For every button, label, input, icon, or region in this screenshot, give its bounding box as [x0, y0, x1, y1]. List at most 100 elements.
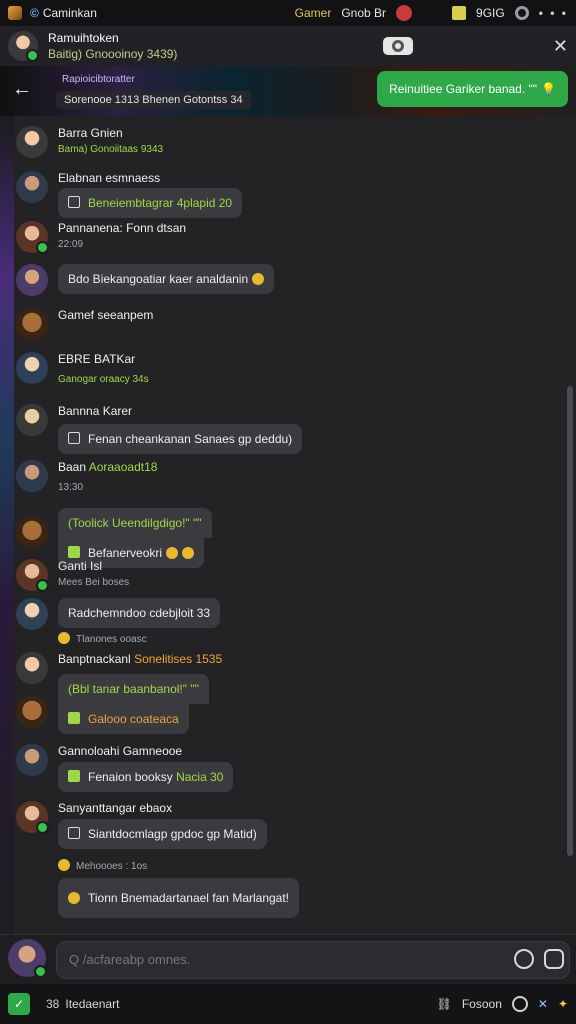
- chat-header: Ramuihtoken Baitig) Gnoooinoy 3439) ✕: [0, 26, 576, 66]
- banner-label: Rapioicibtoratter: [62, 74, 135, 85]
- message-text: Fenaion booksy: [88, 770, 173, 784]
- avatar[interactable]: [16, 221, 49, 254]
- message-meta: Mees Bei boses: [58, 577, 130, 588]
- message-type-icon: [68, 432, 80, 444]
- avatar[interactable]: [16, 652, 48, 684]
- message-type-icon: [68, 196, 80, 208]
- emoji-icon: [68, 892, 80, 904]
- message-bubble[interactable]: Radchemndoo cdebjloit 33: [58, 598, 221, 628]
- bottom-bar: ✓ 38 Itedaenart ⛓ Fosoon ✕ ✦: [0, 984, 576, 1024]
- attach-icon[interactable]: [544, 949, 564, 969]
- sender-name: Banptnackanl Sonelitises 1535: [58, 652, 222, 666]
- system-bar: © Caminkan Gamer Gnob Br 9GIG • • •: [0, 0, 576, 26]
- emoji-icon: [58, 859, 70, 871]
- message-text: Tionn Bnemadartanael fan Marlangat!: [88, 891, 290, 905]
- message-text: Befanerveokri: [88, 546, 163, 560]
- sender-label: Banptnackanl: [58, 652, 131, 666]
- message-list[interactable]: Barra Gnien Bama) Gonoiitaas 9343 Elabna…: [0, 116, 576, 934]
- emoji-icon: [252, 273, 265, 285]
- composer: [0, 934, 576, 984]
- app-title: Caminkan: [42, 6, 97, 20]
- sender-name: EBRE BATKar: [58, 352, 136, 366]
- message-text: Siantdocmlagp gpdoc gp Matid): [88, 827, 257, 841]
- avatar[interactable]: [16, 516, 48, 548]
- message-meta: Tlanones ooasc: [58, 632, 147, 645]
- message-bubble[interactable]: Siantdocmlagp gpdoc gp Matid): [58, 819, 267, 849]
- back-arrow-icon[interactable]: ←: [12, 78, 32, 101]
- banner-pill[interactable]: Sorenooe 1313 Bhenen Gotontss 34: [56, 91, 251, 109]
- channel-icon: ©: [30, 6, 39, 20]
- sender-name: Baan Aoraaoadt18: [58, 460, 157, 474]
- member-count: 38: [46, 997, 60, 1011]
- message-bubble[interactable]: Bdo Biekangoatiar kaer analdanin: [58, 264, 275, 294]
- avatar[interactable]: [16, 744, 48, 776]
- cta-button[interactable]: Reinuitiee Gariker banad. "" 💡: [377, 71, 568, 107]
- settings-ring-icon[interactable]: [511, 996, 528, 1012]
- message-bubble[interactable]: Fenaion booksy Nacia 30: [58, 762, 234, 792]
- message-meta: Ganogar oraacy 34s: [58, 374, 149, 385]
- emoji-icon: [58, 632, 70, 644]
- score-label: 9GIG: [476, 6, 505, 20]
- message-bubble[interactable]: Beneiembtagrar 4plapid 20: [58, 188, 243, 218]
- avatar[interactable]: [16, 460, 48, 492]
- gear-icon[interactable]: [514, 6, 529, 20]
- message-type-icon: [68, 712, 80, 724]
- message-time: 22:09: [58, 239, 84, 250]
- game-tab[interactable]: Gamer: [295, 6, 332, 20]
- user-avatar-icon[interactable]: [396, 5, 413, 21]
- chat-tab[interactable]: Gnob Br: [341, 6, 386, 20]
- avatar[interactable]: [16, 171, 48, 203]
- message-type-icon: [68, 827, 80, 839]
- avatar[interactable]: [8, 939, 47, 978]
- channel-label[interactable]: Itedaenart: [65, 997, 119, 1011]
- avatar[interactable]: [16, 696, 48, 728]
- message-text: Galooo coateaca: [88, 712, 179, 726]
- sender-tag: Aoraaoadt18: [88, 460, 158, 474]
- check-icon[interactable]: ✓: [8, 993, 30, 1015]
- message-bubble[interactable]: (Toolick Ueendilgdigo!" "": [58, 508, 212, 538]
- sender-label: Baan: [58, 460, 87, 474]
- message-field[interactable]: [56, 941, 570, 979]
- message-text: Radchemndoo cdebjloit 33: [68, 606, 211, 620]
- message-text: (Toolick Ueendilgdigo!" "": [68, 516, 202, 530]
- side-decoration: [0, 116, 14, 934]
- avatar[interactable]: [16, 598, 48, 630]
- more-menu-icon[interactable]: • • •: [539, 6, 568, 20]
- emoji-icon: [182, 547, 195, 559]
- scrollbar[interactable]: [567, 386, 573, 856]
- message-meta: Mehoooes : 1os: [58, 859, 147, 872]
- avatar[interactable]: [16, 404, 48, 436]
- message-type-icon: [68, 770, 80, 782]
- message-bubble[interactable]: Tionn Bnemadartanael fan Marlangat!: [58, 878, 300, 918]
- toggle-knob-icon: [391, 40, 404, 52]
- close-x-icon[interactable]: ✕: [538, 997, 548, 1011]
- message-text: Beneiembtagrar 4plapid 20: [88, 196, 233, 210]
- message-meta: Bama) Gonoiitaas 9343: [58, 144, 164, 155]
- message-time: 13:30: [58, 482, 84, 493]
- avatar[interactable]: [16, 801, 49, 834]
- bulb-icon: 💡: [541, 82, 556, 96]
- banner: ← Rapioicibtoratter Sorenooe 1313 Bhenen…: [0, 66, 576, 116]
- avatar[interactable]: [16, 559, 49, 592]
- message-bubble[interactable]: (Bbl tanar baanbanol!" "": [58, 674, 209, 704]
- chat-subtitle: Baitig) Gnoooinoy 3439): [48, 47, 178, 61]
- avatar[interactable]: [16, 264, 48, 296]
- avatar[interactable]: [16, 308, 48, 340]
- star-icon[interactable]: ✦: [558, 997, 568, 1011]
- message-type-icon: [68, 546, 80, 558]
- avatar[interactable]: [16, 126, 48, 158]
- message-text: Fenan cheankanan Sanaes gp deddu): [88, 432, 293, 446]
- close-icon[interactable]: ✕: [553, 36, 568, 57]
- message-input[interactable]: [69, 952, 489, 967]
- link-icon[interactable]: ⛓: [437, 997, 452, 1011]
- emoji-picker-icon[interactable]: [514, 949, 534, 969]
- message-bubble[interactable]: Galooo coateaca: [58, 704, 189, 734]
- sender-name: Elabnan esmnaess: [58, 171, 161, 185]
- avatar[interactable]: [16, 352, 48, 384]
- right-label[interactable]: Fosoon: [462, 997, 502, 1011]
- camera-toggle[interactable]: [382, 37, 413, 55]
- message-meta-text: Tlanones ooasc: [76, 634, 147, 645]
- message-bubble[interactable]: Fenan cheankanan Sanaes gp deddu): [58, 424, 303, 454]
- avatar[interactable]: [8, 31, 39, 62]
- message-text: Bdo Biekangoatiar kaer analdanin: [68, 272, 249, 286]
